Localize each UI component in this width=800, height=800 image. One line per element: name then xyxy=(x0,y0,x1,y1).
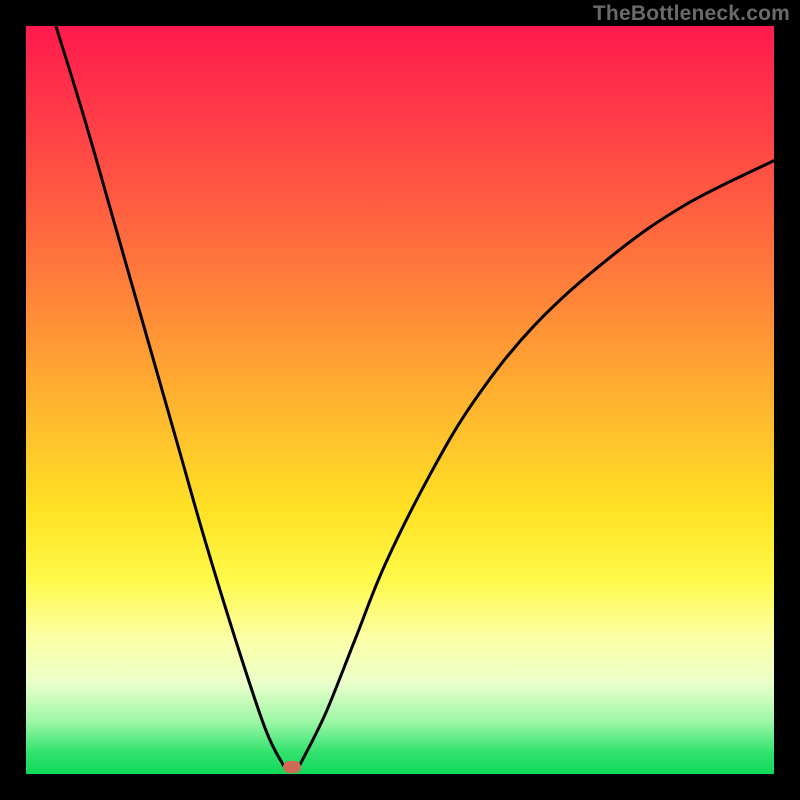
attribution-text: TheBottleneck.com xyxy=(593,2,790,26)
bottleneck-curve xyxy=(26,26,774,774)
curve-left-branch xyxy=(56,26,284,767)
curve-right-branch xyxy=(299,161,774,767)
bottleneck-marker xyxy=(283,761,301,773)
chart-plot-area xyxy=(26,26,774,774)
